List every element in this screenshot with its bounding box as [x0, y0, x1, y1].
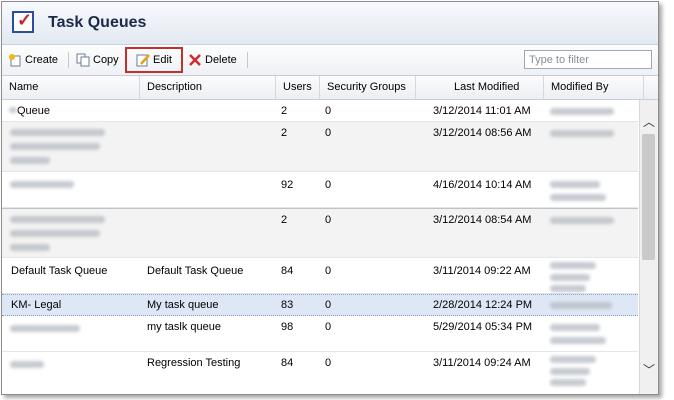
create-icon [8, 53, 22, 67]
row-description: my taslk queue [147, 321, 221, 333]
redacted-name [10, 361, 44, 368]
table-row-selected[interactable]: KM- Legal My task queue 83 0 2/28/2014 1… [2, 294, 638, 316]
redacted-modified-by [550, 324, 600, 331]
row-last-modified: 2/28/2014 12:24 PM [433, 299, 533, 311]
row-security-groups: 0 [325, 321, 332, 333]
row-security-groups: 0 [325, 179, 332, 191]
row-users: 83 [281, 299, 294, 311]
redacted-name [10, 325, 80, 332]
redacted-name [10, 216, 105, 223]
row-description: Default Task Queue [147, 265, 244, 277]
redacted-modified-by [550, 337, 606, 344]
row-security-groups: 0 [325, 214, 332, 226]
task-queues-window: ✓ Task Queues Create Copy Edit Delete Ty… [1, 1, 659, 395]
redacted-modified-by [550, 356, 596, 363]
row-users: 92 [281, 179, 294, 191]
row-description: My task queue [147, 299, 219, 311]
redacted-modified-by [550, 302, 612, 309]
copy-button[interactable]: Copy [76, 51, 119, 69]
create-label: Create [25, 54, 59, 66]
redacted-modified-by [550, 181, 600, 188]
row-last-modified: 3/12/2014 08:56 AM [433, 127, 532, 139]
table-row[interactable]: 92 0 4/16/2014 10:14 AM [2, 172, 638, 208]
delete-label: Delete [205, 54, 237, 66]
row-last-modified: 3/11/2014 09:22 AM [433, 265, 531, 277]
redacted-modified-by [550, 379, 586, 386]
vertical-scrollbar[interactable]: ︿ ﹀ [639, 100, 658, 394]
row-last-modified: 4/16/2014 10:14 AM [433, 179, 532, 191]
redacted-modified-by [550, 262, 596, 269]
delete-icon [188, 53, 202, 67]
row-security-groups: 0 [325, 299, 332, 311]
redacted-name [10, 244, 50, 251]
row-users: 2 [281, 127, 288, 139]
table-row[interactable]: Default Task Queue Default Task Queue 84… [2, 258, 638, 294]
redacted-modified-by [550, 285, 586, 292]
column-header-last-modified[interactable]: Last Modified [416, 76, 544, 99]
row-last-modified: 3/12/2014 08:54 AM [433, 214, 532, 226]
redacted-name [10, 230, 100, 237]
redacted-name [10, 129, 105, 136]
toolbar-separator [68, 52, 69, 68]
row-name: Queue [9, 105, 50, 118]
row-name: KM- Legal [11, 299, 62, 311]
row-users: 2 [281, 105, 288, 117]
scroll-down-icon[interactable]: ﹀ [640, 362, 658, 378]
table-row[interactable]: 2 0 3/12/2014 08:54 AM [2, 208, 638, 258]
redacted-name [10, 157, 50, 164]
row-users: 84 [281, 265, 294, 277]
row-security-groups: 0 [325, 127, 332, 139]
row-security-groups: 0 [325, 265, 332, 277]
table-row[interactable]: my taslk queue 98 0 5/29/2014 05:34 PM [2, 316, 638, 352]
row-last-modified: 5/29/2014 05:34 PM [433, 321, 533, 333]
redacted-name [10, 181, 74, 188]
redacted-modified-by [550, 217, 614, 224]
row-name: Default Task Queue [11, 265, 108, 277]
table-row[interactable]: Queue 2 0 3/12/2014 11:01 AM [2, 100, 638, 122]
redacted-name [10, 143, 100, 150]
copy-label: Copy [93, 54, 119, 66]
column-header-name[interactable]: Name [2, 76, 140, 99]
grid-header: Name Description Users Security Groups L… [2, 76, 658, 100]
row-security-groups: 0 [325, 357, 332, 369]
row-last-modified: 3/12/2014 11:01 AM [433, 105, 531, 117]
toolbar-separator [247, 52, 248, 68]
row-users: 2 [281, 214, 288, 226]
filter-input[interactable] [524, 50, 652, 69]
row-security-groups: 0 [325, 105, 332, 117]
row-users: 84 [281, 357, 294, 369]
column-header-modified-by[interactable]: Modified By [544, 76, 644, 99]
task-queue-app-icon: ✓ [12, 10, 34, 33]
copy-icon [76, 53, 90, 67]
table-row[interactable]: Regression Testing 84 0 3/11/2014 09:24 … [2, 352, 638, 392]
delete-button[interactable]: Delete [188, 51, 237, 69]
row-users: 98 [281, 321, 294, 333]
redacted-modified-by [550, 130, 614, 137]
page-title: Task Queues [48, 14, 147, 31]
row-last-modified: 3/11/2014 09:24 AM [433, 357, 531, 369]
redacted-modified-by [550, 274, 590, 281]
edit-button-highlight [125, 47, 183, 73]
scrollbar-thumb[interactable] [642, 134, 655, 260]
redacted-modified-by [550, 194, 606, 201]
redacted-modified-by [550, 108, 614, 115]
column-header-users[interactable]: Users [276, 76, 320, 99]
column-header-description[interactable]: Description [140, 76, 276, 99]
scroll-up-icon[interactable]: ︿ [640, 114, 658, 130]
grid-body: Queue 2 0 3/12/2014 11:01 AM 2 0 3/12/20… [2, 100, 638, 394]
redacted-modified-by [550, 368, 590, 375]
create-button[interactable]: Create [8, 51, 58, 69]
table-row[interactable]: 2 0 3/12/2014 08:56 AM [2, 122, 638, 172]
column-header-security-groups[interactable]: Security Groups [320, 76, 416, 99]
title-bar: ✓ Task Queues [2, 2, 658, 45]
row-description: Regression Testing [147, 357, 241, 369]
